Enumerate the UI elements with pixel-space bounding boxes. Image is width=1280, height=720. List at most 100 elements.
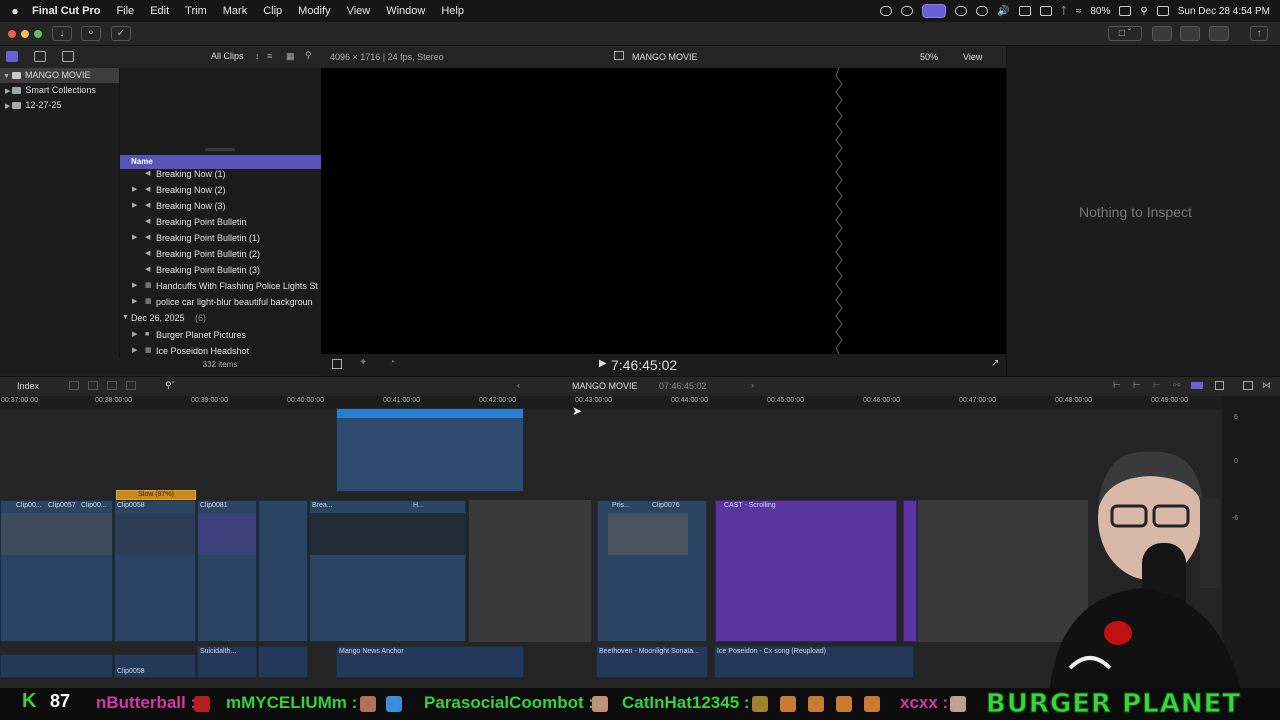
play-button-icon[interactable]: ▶ <box>599 358 607 369</box>
browser-item[interactable]: ▶ ▦ Ice Poseidon Headshot <box>119 343 321 359</box>
clip-filter-menu[interactable]: All Clips <box>211 51 244 61</box>
control-center-icon[interactable] <box>1156 6 1169 16</box>
audio-clip[interactable]: Beethoven - Moonlight Sonata... <box>596 646 708 678</box>
apple-menu-icon[interactable]: ● <box>0 4 30 18</box>
audio-clip[interactable] <box>258 646 308 678</box>
filter-chevron-icon[interactable]: ↕ <box>255 51 260 61</box>
audio-clip[interactable]: Ice Poseidon - Cx song (Reupload) <box>714 646 914 678</box>
disclosure-icon[interactable]: ▶ <box>132 327 137 343</box>
connect-clip-icon[interactable] <box>126 381 136 390</box>
clip-segment[interactable] <box>258 500 308 642</box>
browser-item[interactable]: ▶ ■ Burger Planet Pictures <box>119 327 321 343</box>
viewer-zoom-menu[interactable]: 50% <box>920 52 938 62</box>
disclosure-icon[interactable]: ▶ <box>132 230 137 246</box>
browser-item[interactable]: ◀ Breaking Now (1) <box>119 166 321 182</box>
browser-item[interactable]: ▶ ◀ Breaking Now (3) <box>119 198 321 214</box>
menu-mark[interactable]: Mark <box>215 5 255 17</box>
workspace-menu-icon[interactable]: □ ˇ <box>1108 26 1142 41</box>
browser-item[interactable]: ▶ ▦ police car light-blur beautiful backgr… <box>119 294 321 310</box>
transform-tool-icon[interactable] <box>332 359 342 369</box>
close-window-icon[interactable] <box>8 30 16 38</box>
menu-edit[interactable]: Edit <box>142 5 177 17</box>
library-item-event[interactable]: ▶ 12-27-25 <box>0 98 119 113</box>
audio-clip[interactable] <box>0 654 113 678</box>
zoom-tool-icon[interactable]: ⚲ˇ <box>165 380 175 391</box>
disclosure-icon[interactable]: ▶ <box>132 198 137 214</box>
retime-bar[interactable]: Slow (97%) <box>116 490 196 500</box>
browser-item[interactable]: ◀ Breaking Point Bulletin (3) <box>119 262 321 278</box>
browser-item[interactable]: ◀ Breaking Point Bulletin (2) <box>119 246 321 262</box>
timeline-back-icon[interactable]: ‹ <box>517 380 520 390</box>
color-wheel-icon[interactable] <box>901 6 914 16</box>
clip-segment[interactable]: Brea... H... <box>309 500 466 642</box>
audio-clip[interactable]: Mango News Anchor <box>336 646 524 678</box>
browser-item[interactable]: ▶ ◀ Breaking Now (2) <box>119 182 321 198</box>
viewer-view-menu[interactable]: View <box>963 52 982 62</box>
clip-segment[interactable]: Clip0058 <box>114 500 196 642</box>
globe-icon[interactable] <box>955 6 968 16</box>
browser-item[interactable]: ▶ ▦ Handcuffs With Flashing Police Lights … <box>119 278 321 294</box>
zoom-window-icon[interactable] <box>34 30 42 38</box>
play-icon[interactable] <box>976 6 989 16</box>
timeline-index-button[interactable]: Index <box>17 381 39 391</box>
clip-segment[interactable]: Clip0081 <box>197 500 257 642</box>
browser-item[interactable]: ▶ ◀ Breaking Point Bulletin (1) <box>119 230 321 246</box>
disclosure-icon[interactable]: ▶ <box>132 343 137 359</box>
skimming-icon[interactable]: ⊢ <box>1153 380 1161 391</box>
title-clip[interactable] <box>903 500 917 642</box>
timeline-project-name[interactable]: MANGO MOVIE <box>572 381 638 391</box>
connected-clip[interactable] <box>336 408 524 492</box>
menu-trim[interactable]: Trim <box>177 5 215 17</box>
insert-clip-icon[interactable] <box>88 381 98 390</box>
collapse-timeline-icon[interactable]: ⋈ <box>1262 380 1271 391</box>
pane-resize-handle[interactable] <box>205 148 235 151</box>
keywords-icon[interactable]: ⚬ <box>81 26 101 41</box>
toggle-browser-icon[interactable] <box>1152 26 1172 41</box>
toggle-inspector-icon[interactable] <box>1209 26 1229 41</box>
fullscreen-icon[interactable]: ↗ <box>991 358 999 369</box>
menu-modify[interactable]: Modify <box>290 5 338 17</box>
menu-help[interactable]: Help <box>433 5 472 17</box>
background-tasks-icon[interactable]: ✓ <box>111 26 131 41</box>
wifi-icon[interactable]: ≈ <box>1076 6 1082 17</box>
share-icon[interactable]: ↑ <box>1250 26 1268 41</box>
menu-view[interactable]: View <box>339 5 379 17</box>
zoom-to-fit-icon[interactable]: ⊢ <box>1133 380 1141 391</box>
gap-clip[interactable] <box>469 500 591 642</box>
list-view-icon[interactable]: ≡ <box>267 51 272 61</box>
menu-clip[interactable]: Clip <box>255 5 290 17</box>
battery-percent[interactable]: 80% <box>1090 6 1110 17</box>
speed-gauge-icon[interactable]: ◔ <box>389 357 395 368</box>
library-item-smart-collections[interactable]: ▶ Smart Collections <box>0 83 119 98</box>
clip-appearance-icon[interactable] <box>1215 381 1224 390</box>
timeline-forward-icon[interactable]: › <box>751 380 754 390</box>
disclosure-icon[interactable]: ▶ <box>132 182 137 198</box>
battery-icon[interactable] <box>1119 6 1132 16</box>
clip-appearance-icon[interactable]: ▦ <box>286 51 295 62</box>
screen-mirror-icon[interactable] <box>922 4 947 18</box>
clip-segment[interactable]: Pris... Clip0076 <box>597 500 707 642</box>
audio-skimming-icon[interactable]: ⚯ <box>1173 380 1181 391</box>
record-status-icon[interactable] <box>880 6 893 16</box>
keyboard-icon[interactable] <box>1018 6 1031 16</box>
libraries-tab-icon[interactable] <box>6 51 18 62</box>
import-icon[interactable]: ↓ <box>52 26 72 41</box>
menu-file[interactable]: File <box>108 5 142 17</box>
disclosure-open-icon[interactable]: ▼ <box>122 310 129 326</box>
clock[interactable]: Sun Dec 28 4:54 PM <box>1178 6 1270 17</box>
minimize-window-icon[interactable] <box>21 30 29 38</box>
viewer-timecode[interactable]: 7:46:45:02 <box>611 357 677 373</box>
menu-window[interactable]: Window <box>378 5 433 17</box>
audio-clip[interactable]: Clip0058 <box>114 654 196 678</box>
viewer-canvas[interactable] <box>321 68 1006 354</box>
timeline-index-toggle-icon[interactable] <box>1243 381 1253 390</box>
search-icon[interactable]: ⚲ <box>305 50 312 61</box>
disclosure-icon[interactable]: ▶ <box>132 294 137 310</box>
menu-app-name[interactable]: Final Cut Pro <box>30 5 108 17</box>
clip-segment[interactable]: Clip00... Clip0057 Clip00... <box>0 500 113 642</box>
snapping-toggle-icon[interactable] <box>1191 382 1203 389</box>
titles-generators-tab-icon[interactable] <box>62 51 74 62</box>
overwrite-clip-icon[interactable] <box>107 381 117 390</box>
photos-audio-tab-icon[interactable] <box>34 51 46 62</box>
bluetooth-icon[interactable]: ᛏ <box>1061 6 1067 17</box>
